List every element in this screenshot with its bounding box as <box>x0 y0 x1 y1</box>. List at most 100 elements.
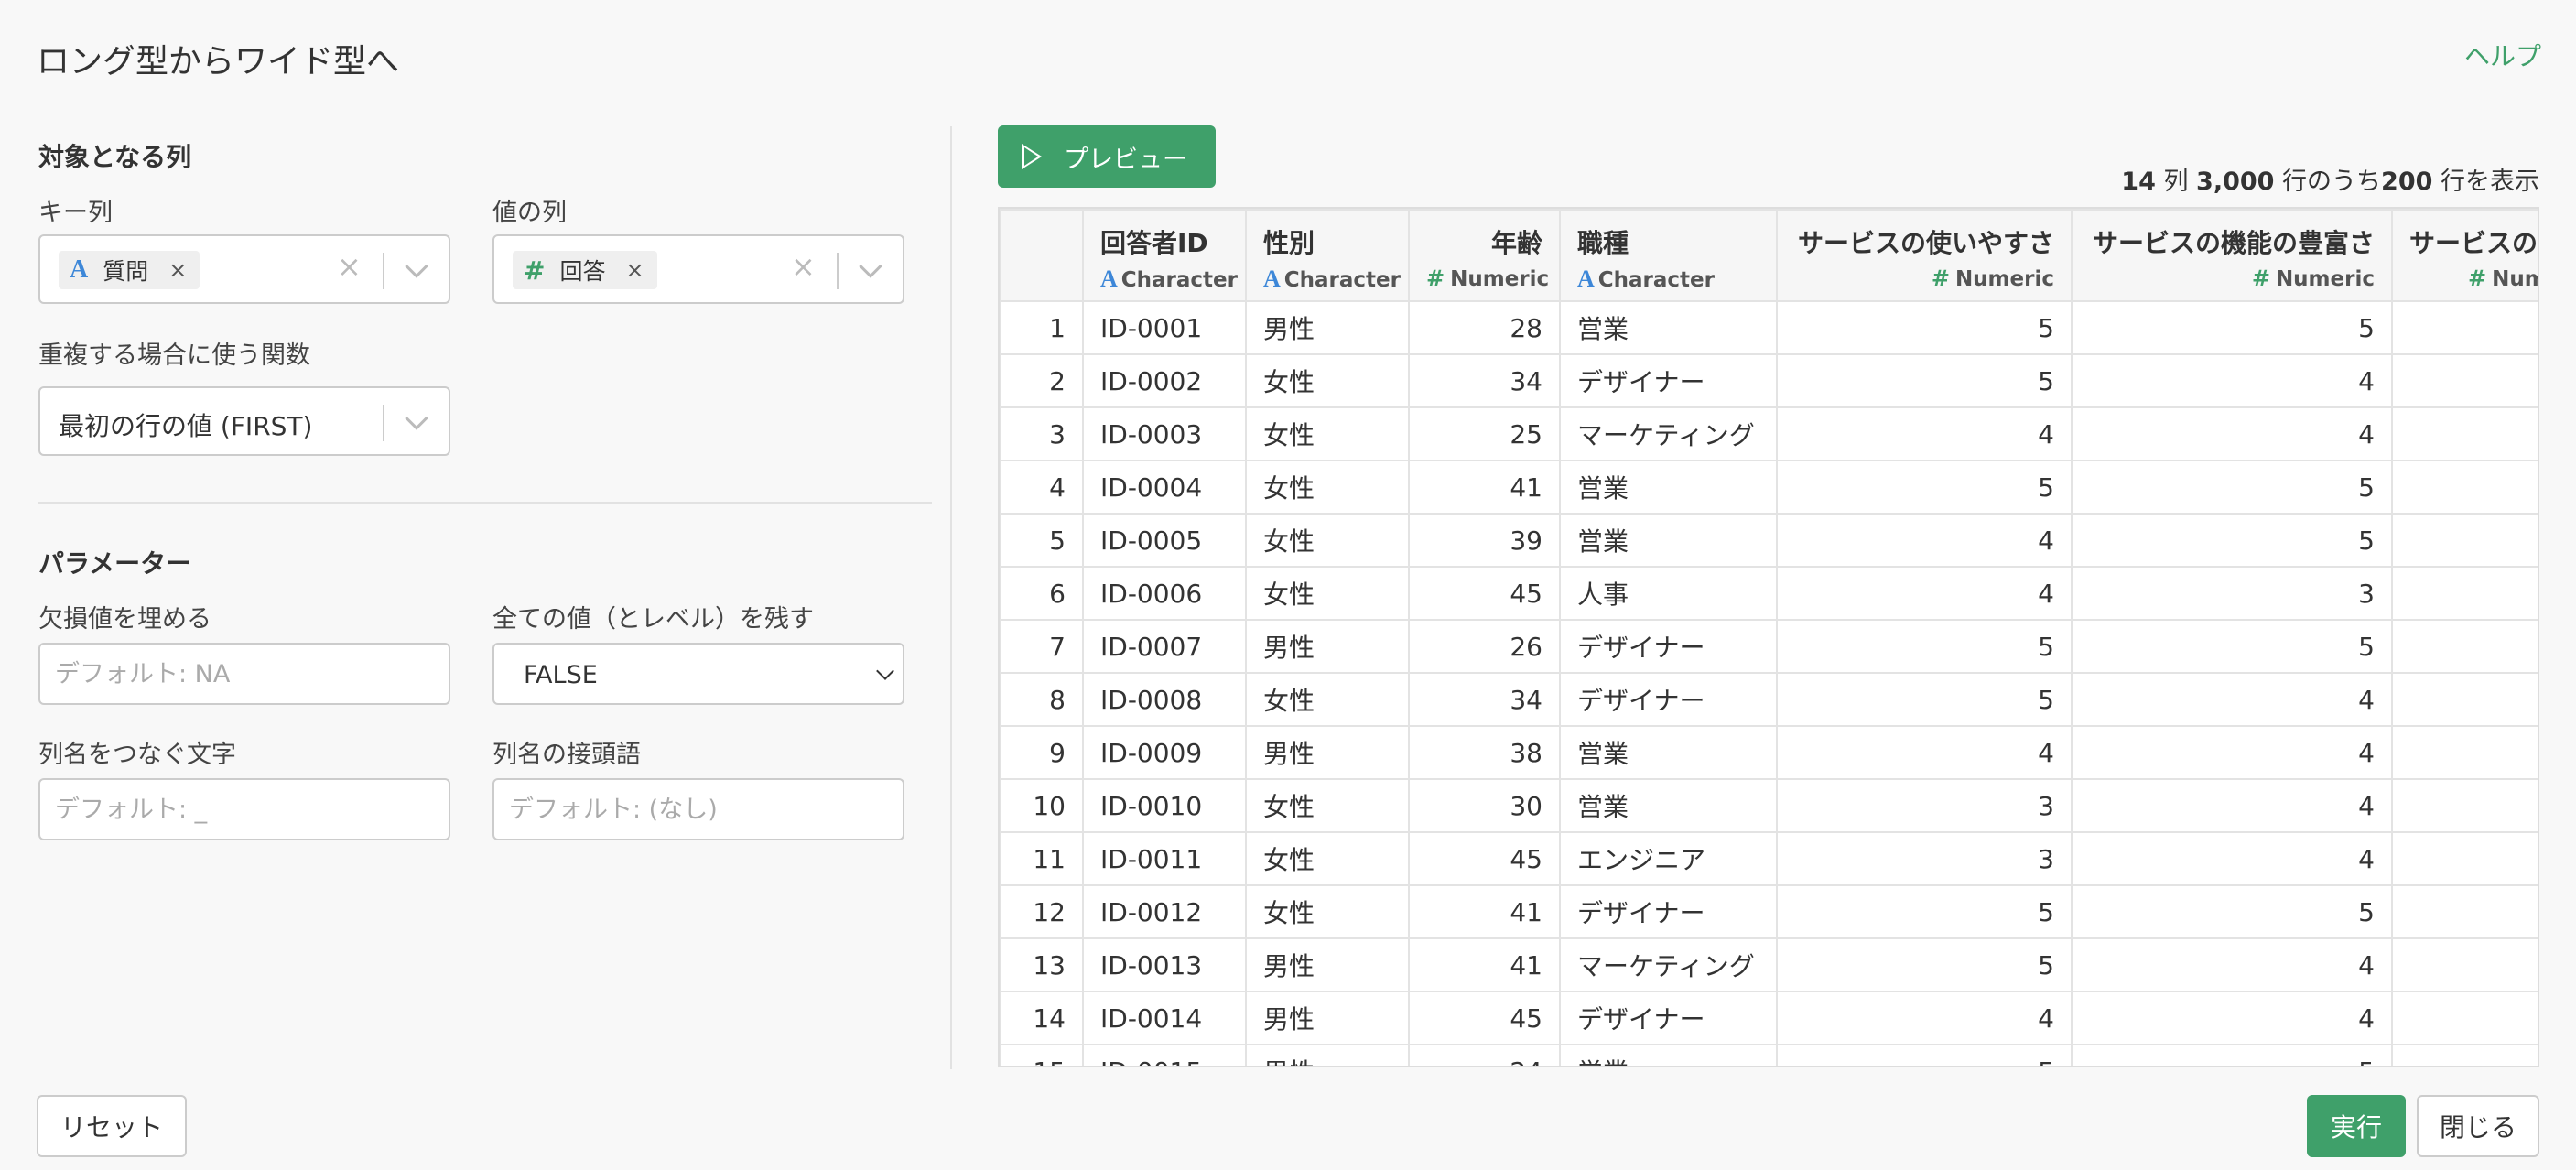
column-header[interactable]: 性別 A Character <box>1245 209 1410 302</box>
table-row: 12 ID-0012 女性 41 デザイナー 5 5 <box>1000 884 2538 939</box>
table-cell: ID-0004 <box>1082 460 1247 515</box>
row-number: 9 <box>1000 725 1084 780</box>
table-cell: 5 <box>2071 884 2393 939</box>
table-cell: 4 <box>1776 566 2073 621</box>
chevron-down-icon[interactable] <box>859 255 882 278</box>
section-divider <box>38 502 932 504</box>
fill-missing-input[interactable] <box>38 643 450 705</box>
table-cell: 5 <box>1776 937 2073 992</box>
chevron-down-icon[interactable] <box>405 255 428 278</box>
row-number: 13 <box>1000 937 1084 992</box>
close-button[interactable]: 閉じる <box>2417 1095 2539 1157</box>
key-column-label: キー列 <box>38 199 113 227</box>
table-cell: 営業 <box>1559 725 1778 780</box>
key-column-select[interactable]: A 質問 × × <box>38 234 450 304</box>
row-number: 5 <box>1000 513 1084 568</box>
table-cell <box>2391 513 2538 568</box>
table-cell: 5 <box>1776 353 2073 408</box>
column-header[interactable]: サービスの機能の豊富さ # Numeric <box>2071 209 2393 302</box>
rownum-header <box>1000 209 1084 302</box>
table-cell: 3 <box>1776 831 2073 886</box>
total-rows-unit: 行のうち <box>2274 168 2382 196</box>
table-row: 2 ID-0002 女性 34 デザイナー 5 4 <box>1000 353 2538 408</box>
table-cell: ID-0005 <box>1082 513 1247 568</box>
prefix-input[interactable] <box>492 778 904 840</box>
table-cell <box>2391 672 2538 727</box>
table-cell: ID-0013 <box>1082 937 1247 992</box>
preview-table[interactable]: 回答者ID A Character 性別 A Character 年齢 # Numer… <box>998 207 2539 1067</box>
keep-all-select[interactable]: FALSE <box>492 643 904 705</box>
table-cell: 5 <box>1776 619 2073 674</box>
table-cell: 女性 <box>1245 460 1410 515</box>
table-cell: 女性 <box>1245 831 1410 886</box>
table-cell: 5 <box>1776 884 2073 939</box>
table-cell: 営業 <box>1559 513 1778 568</box>
separator-label: 列名をつなぐ文字 <box>38 741 236 769</box>
help-link[interactable]: ヘルプ <box>2464 37 2541 73</box>
numeric-type-icon: # <box>524 255 546 286</box>
remove-chip-icon[interactable]: × <box>625 257 644 283</box>
dup-function-select[interactable]: 最初の行の値 (FIRST) <box>38 386 450 456</box>
column-header[interactable]: サービスの使いやすさ # Numeric <box>1776 209 2073 302</box>
table-cell: デザイナー <box>1559 353 1778 408</box>
table-row: 9 ID-0009 男性 38 営業 4 4 <box>1000 725 2538 780</box>
key-column-chip: A 質問 × <box>59 251 200 289</box>
select-separator <box>383 405 384 441</box>
table-cell: 女性 <box>1245 513 1410 568</box>
chevron-down-icon[interactable] <box>405 406 428 430</box>
column-header[interactable]: 回答者ID A Character <box>1082 209 1247 302</box>
select-separator <box>383 253 384 289</box>
table-cell: デザイナー <box>1559 884 1778 939</box>
column-type-label: Character <box>1597 268 1715 292</box>
column-type: A Character <box>1577 265 1759 293</box>
column-type-label: Numeric <box>2275 267 2375 291</box>
table-cell: ID-0009 <box>1082 725 1247 780</box>
reset-button[interactable]: リセット <box>37 1095 187 1157</box>
value-column-select[interactable]: # 回答 × × <box>492 234 904 304</box>
table-cell: ID-0015 <box>1082 1044 1247 1066</box>
table-cell: 26 <box>1408 619 1561 674</box>
table-row: 1 ID-0001 男性 28 営業 5 5 <box>1000 300 2538 355</box>
value-column-chip-label: 回答 <box>559 258 606 285</box>
table-cell: 4 <box>2071 672 2393 727</box>
table-cell: 男性 <box>1245 937 1410 992</box>
table-row: 8 ID-0008 女性 34 デザイナー 5 4 <box>1000 672 2538 727</box>
table-cell: ID-0003 <box>1082 406 1247 461</box>
table-cell <box>2391 406 2538 461</box>
clear-icon[interactable]: × <box>337 249 362 284</box>
table-cell: 25 <box>1408 406 1561 461</box>
clear-icon[interactable]: × <box>791 249 816 284</box>
column-name: 回答者ID <box>1100 228 1208 258</box>
table-cell: 34 <box>1408 353 1561 408</box>
column-header[interactable]: サービスの品 #Numeric <box>2391 209 2538 302</box>
preview-button[interactable]: プレビュー <box>998 125 1216 188</box>
row-number: 8 <box>1000 672 1084 727</box>
separator-input[interactable] <box>38 778 450 840</box>
table-cell: ID-0007 <box>1082 619 1247 674</box>
column-header[interactable]: 年齢 # Numeric <box>1408 209 1561 302</box>
table-cell: 女性 <box>1245 884 1410 939</box>
table-cell: 4 <box>2071 353 2393 408</box>
table-cell: マーケティング <box>1559 937 1778 992</box>
value-column-label: 値の列 <box>492 199 567 227</box>
numeric-type-icon: # <box>2251 265 2270 291</box>
column-name: 職種 <box>1577 228 1629 258</box>
chevron-down-icon <box>876 662 894 680</box>
column-header[interactable]: 職種 A Character <box>1559 209 1778 302</box>
table-cell: ID-0010 <box>1082 778 1247 833</box>
shown-rows-unit: 行を表示 <box>2432 168 2539 196</box>
table-cell: 5 <box>2071 619 2393 674</box>
table-row: 4 ID-0004 女性 41 営業 5 5 <box>1000 460 2538 515</box>
remove-chip-icon[interactable]: × <box>168 257 187 283</box>
numeric-type-icon: # <box>2468 265 2487 291</box>
table-cell: デザイナー <box>1559 672 1778 727</box>
run-button[interactable]: 実行 <box>2307 1095 2406 1157</box>
table-header-row: 回答者ID A Character 性別 A Character 年齢 # Numer… <box>1000 209 2538 302</box>
column-type: #Numeric <box>1794 265 2054 291</box>
table-cell: 女性 <box>1245 566 1410 621</box>
column-type-label: Numeric <box>1450 267 1550 291</box>
column-name: 年齢 <box>1490 228 1542 258</box>
table-cell: 人事 <box>1559 566 1778 621</box>
column-type-label: Character <box>1120 268 1238 292</box>
row-number: 12 <box>1000 884 1084 939</box>
